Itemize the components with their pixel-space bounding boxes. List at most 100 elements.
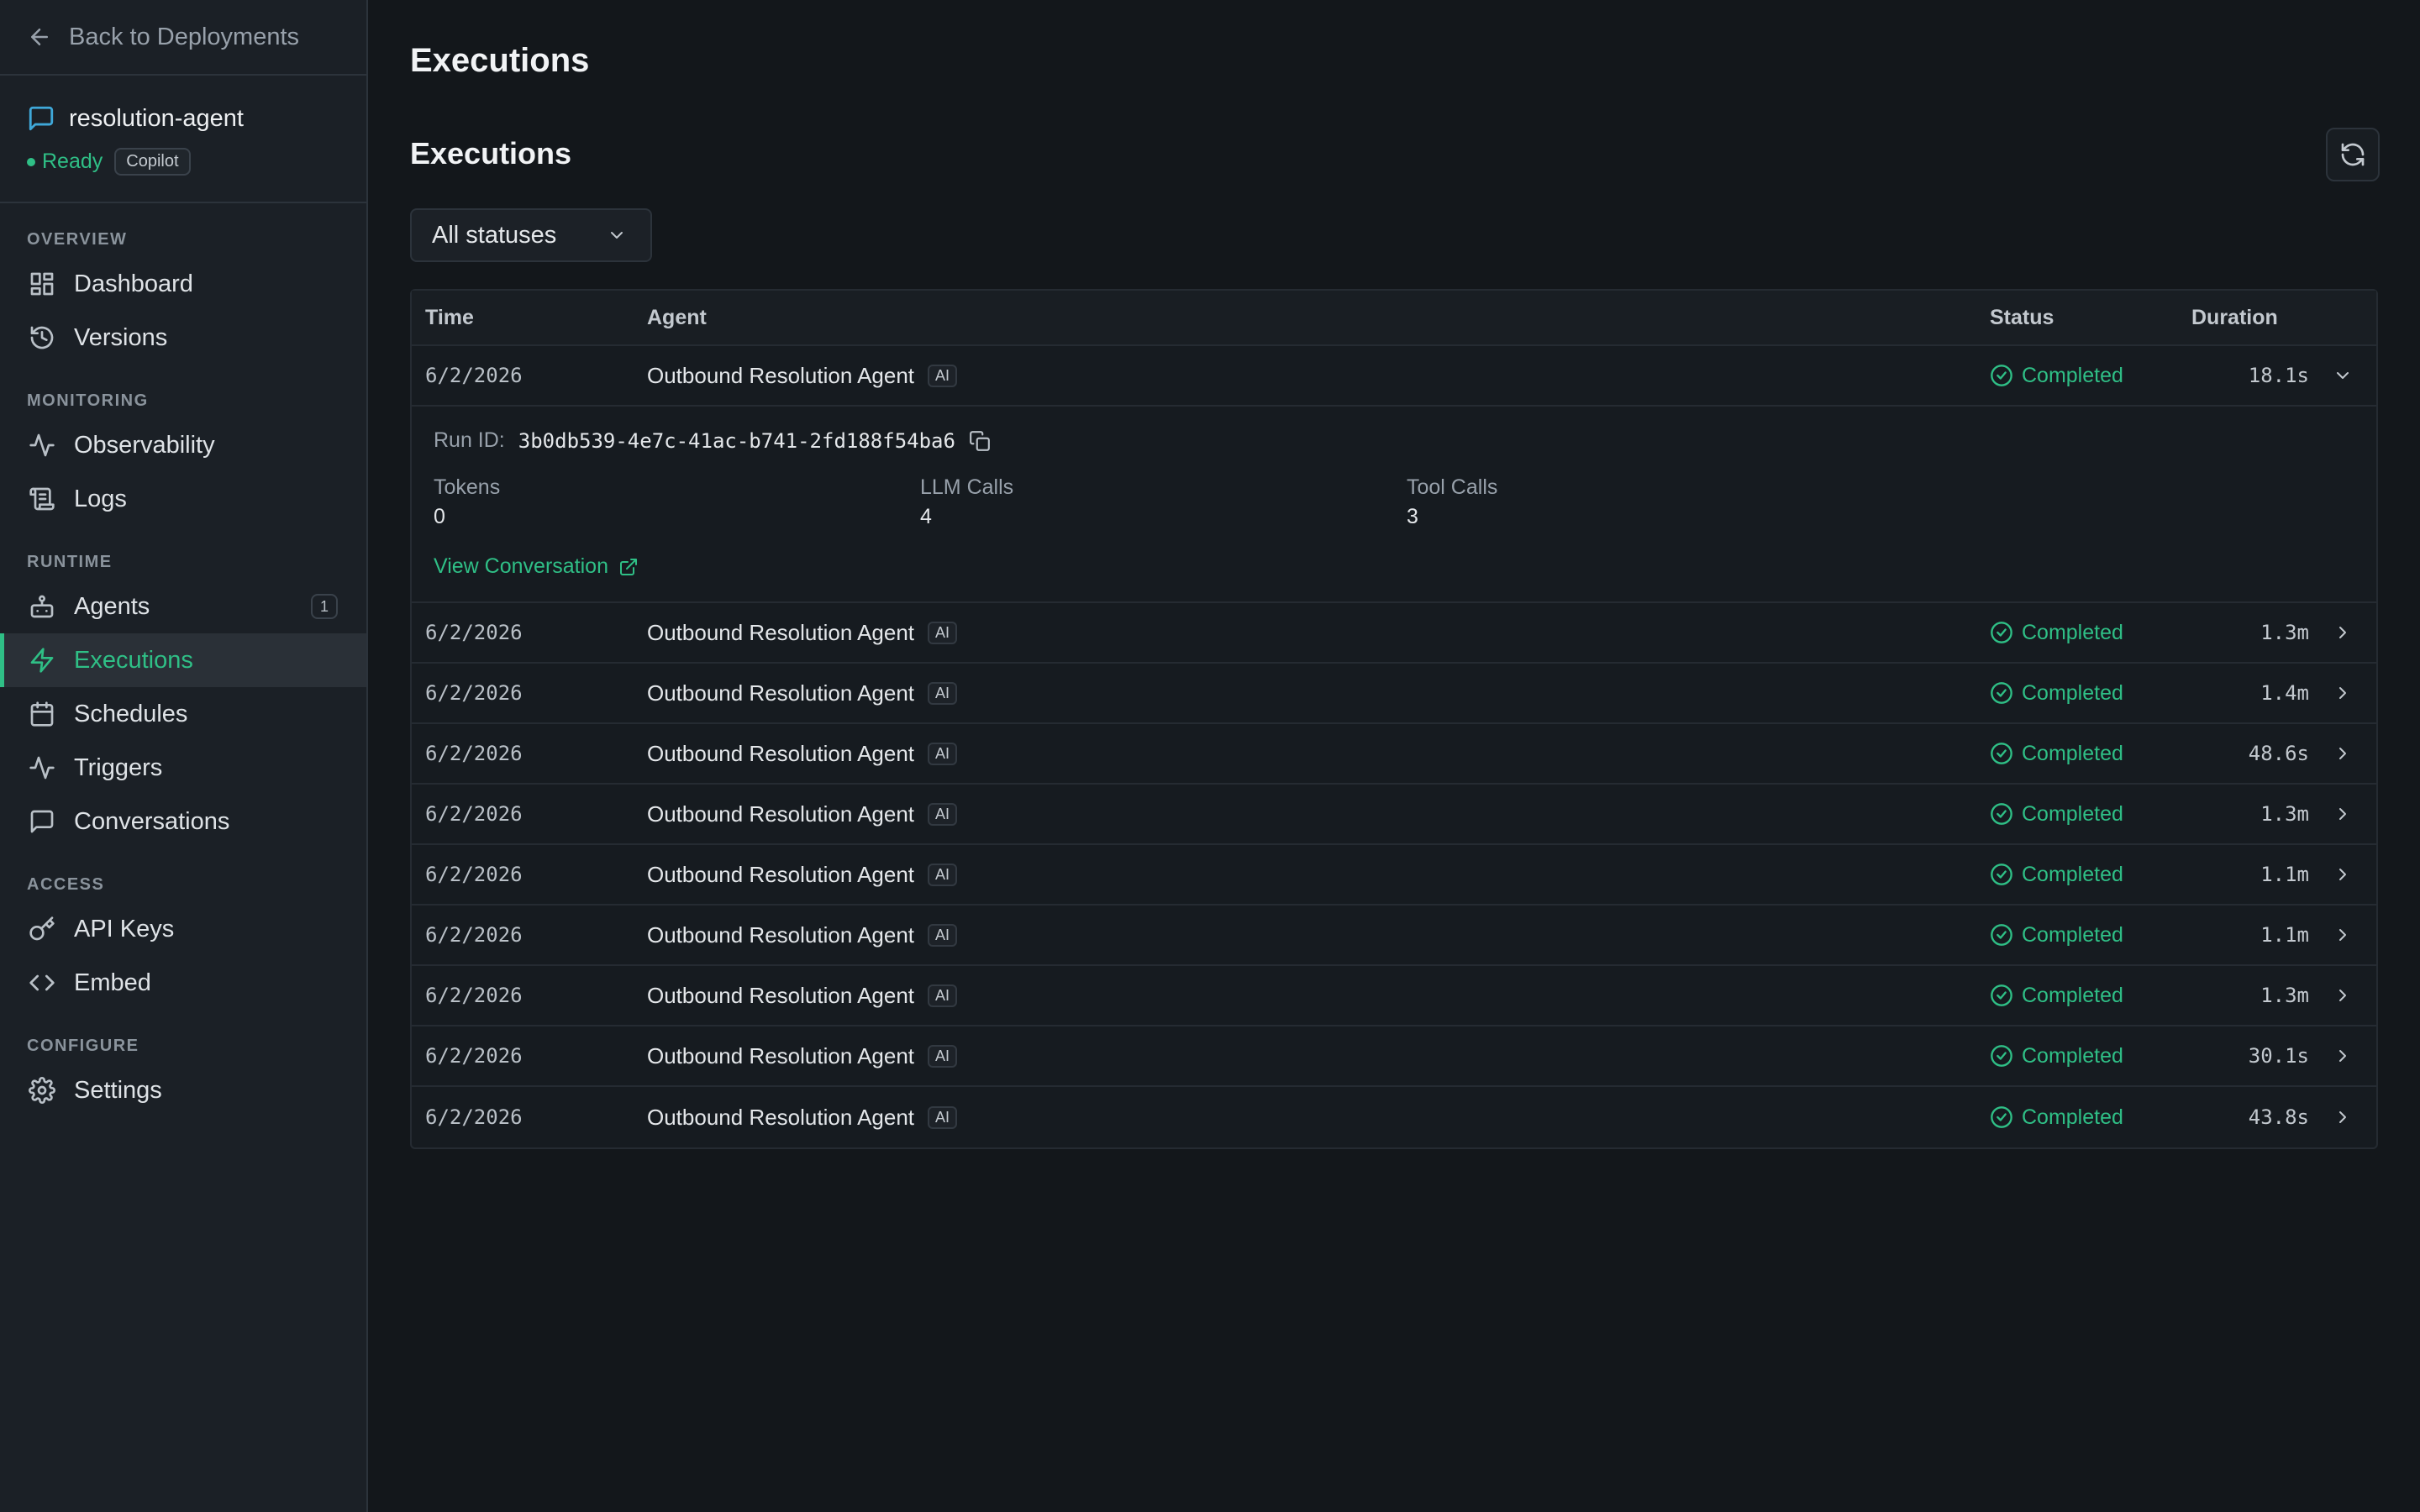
chevron-right-icon [2339, 687, 2346, 699]
table-row[interactable]: 6/2/2026 Outbound Resolution Agent AI Compl… [412, 346, 2376, 407]
check-circle-icon [1991, 1106, 2012, 1128]
agent-name: Outbound Resolution Agent [647, 861, 915, 887]
cell-duration: 18.1s [2248, 364, 2309, 387]
table-row[interactable]: 6/2/2026 Outbound Resolution Agent AI Compl… [412, 1026, 2376, 1087]
cell-duration: 1.3m [2260, 621, 2309, 644]
expand-toggle[interactable] [2309, 925, 2376, 945]
metric-label: Tool Calls [1407, 475, 1498, 499]
table-row[interactable]: 6/2/2026 Outbound Resolution Agent AI Compl… [412, 966, 2376, 1026]
sidebar-item-label: Agents [74, 592, 150, 620]
ai-badge: AI [928, 863, 958, 886]
sidebar-item-agents[interactable]: Agents 1 [0, 580, 366, 633]
view-conversation-link[interactable]: View Conversation [434, 554, 639, 579]
table-row[interactable]: 6/2/2026 Outbound Resolution Agent AI Compl… [412, 785, 2376, 845]
status-text: Completed [2022, 363, 2123, 387]
expand-toggle[interactable] [2309, 743, 2376, 764]
table-row[interactable]: 6/2/2026 Outbound Resolution Agent AI Compl… [412, 845, 2376, 906]
status-filter-select[interactable]: All statuses [410, 208, 652, 262]
sidebar-item-api-keys[interactable]: API Keys [0, 902, 366, 956]
agent-name: Outbound Resolution Agent [647, 921, 915, 948]
sidebar-item-dashboard[interactable]: Dashboard [0, 257, 366, 311]
back-to-deployments-link[interactable]: Back to Deployments [0, 0, 366, 76]
cell-duration: 1.3m [2260, 984, 2309, 1007]
copy-icon[interactable] [969, 430, 991, 452]
table-row[interactable]: 6/2/2026 Outbound Resolution Agent AI Compl… [412, 664, 2376, 724]
cell-duration: 48.6s [2248, 742, 2309, 765]
expand-toggle[interactable] [2309, 985, 2376, 1005]
run-id: Run ID: 3b0db539-4e7c-41ac-b741-2fd188f54… [434, 428, 991, 453]
column-header-status: Status [1990, 305, 2054, 329]
agent-name: Outbound Resolution Agent [647, 1042, 915, 1068]
sidebar-item-label: Embed [74, 969, 151, 996]
sidebar-item-label: API Keys [74, 915, 175, 942]
ai-badge: AI [928, 802, 958, 826]
copilot-badge: Copilot [114, 148, 191, 176]
status-text: Completed [2022, 1043, 2123, 1068]
sidebar: Back to Deployments resolution-agent Rea… [0, 0, 368, 1512]
status-text: Completed [2022, 922, 2123, 947]
sidebar-item-label: Logs [74, 485, 127, 512]
expand-toggle[interactable] [2309, 1107, 2376, 1127]
nav-section-runtime: RUNTIME Agents 1 Executions Schedules Trigger… [0, 526, 366, 848]
code-icon [29, 974, 55, 991]
project-name: resolution-agent [69, 104, 244, 132]
ai-badge: AI [928, 742, 958, 765]
table-body: 6/2/2026 Outbound Resolution Agent AI Compl… [412, 346, 2376, 1147]
cell-agent: Outbound Resolution Agent AI [647, 620, 1990, 646]
cell-duration: 30.1s [2248, 1044, 2309, 1068]
chevron-right-icon [2339, 990, 2346, 1001]
sidebar-item-schedules[interactable]: Schedules [0, 687, 366, 741]
ai-badge: AI [928, 681, 958, 705]
sidebar-item-versions[interactable]: Versions [0, 311, 366, 365]
cell-agent: Outbound Resolution Agent AI [647, 862, 1990, 888]
table-row[interactable]: 6/2/2026 Outbound Resolution Agent AI Compl… [412, 603, 2376, 664]
chevron-right-icon [2339, 748, 2346, 759]
expand-toggle[interactable] [2309, 1046, 2376, 1066]
sidebar-item-logs[interactable]: Logs [0, 472, 366, 526]
cell-agent: Outbound Resolution Agent AI [647, 1105, 1990, 1131]
check-circle-icon [1991, 743, 2012, 764]
expand-toggle[interactable] [2309, 804, 2376, 824]
expand-toggle[interactable] [2309, 365, 2376, 386]
column-header-time: Time [425, 305, 474, 329]
nav-section-heading: OVERVIEW [27, 230, 128, 249]
chevron-down-icon [611, 232, 623, 239]
table-row[interactable]: 6/2/2026 Outbound Resolution Agent AI Compl… [412, 1087, 2376, 1147]
ai-badge: AI [928, 984, 958, 1007]
status-text: Completed [2022, 801, 2123, 826]
chevron-right-icon [2339, 869, 2346, 880]
cell-duration: 1.3m [2260, 802, 2309, 826]
metric-label: Tokens [434, 475, 501, 499]
sidebar-item-label: Conversations [74, 807, 230, 835]
sidebar-item-executions[interactable]: Executions [0, 633, 366, 687]
expand-toggle[interactable] [2309, 683, 2376, 703]
metric-value: 3 [1407, 505, 1418, 528]
sidebar-item-observability[interactable]: Observability [0, 418, 366, 472]
sidebar-item-embed[interactable]: Embed [0, 956, 366, 1010]
sidebar-item-label: Settings [74, 1076, 162, 1104]
sidebar-item-settings[interactable]: Settings [0, 1063, 366, 1117]
chevron-right-icon [2339, 627, 2346, 638]
expand-toggle[interactable] [2309, 864, 2376, 885]
view-conversation-label: View Conversation [434, 554, 608, 578]
history-icon [30, 326, 54, 349]
refresh-icon [2341, 143, 2365, 166]
ai-badge: AI [928, 364, 958, 387]
status-text: Completed [2022, 741, 2123, 765]
table-row[interactable]: 6/2/2026 Outbound Resolution Agent AI Compl… [412, 724, 2376, 785]
cell-status: Completed [1990, 984, 2191, 1008]
ai-badge: AI [928, 621, 958, 644]
cell-time: 6/2/2026 [425, 1105, 523, 1129]
cell-time: 6/2/2026 [425, 621, 523, 644]
cell-time: 6/2/2026 [425, 364, 523, 387]
expand-toggle[interactable] [2309, 622, 2376, 643]
refresh-button[interactable] [2326, 128, 2380, 181]
sidebar-item-label: Observability [74, 431, 215, 459]
sidebar-item-conversations[interactable]: Conversations [0, 795, 366, 848]
status-filter-value: All statuses [432, 221, 557, 249]
table-row[interactable]: 6/2/2026 Outbound Resolution Agent AI Compl… [412, 906, 2376, 966]
cell-time: 6/2/2026 [425, 742, 523, 765]
agent-name: Outbound Resolution Agent [647, 362, 915, 388]
agent-name: Outbound Resolution Agent [647, 619, 915, 645]
sidebar-item-triggers[interactable]: Triggers [0, 741, 366, 795]
